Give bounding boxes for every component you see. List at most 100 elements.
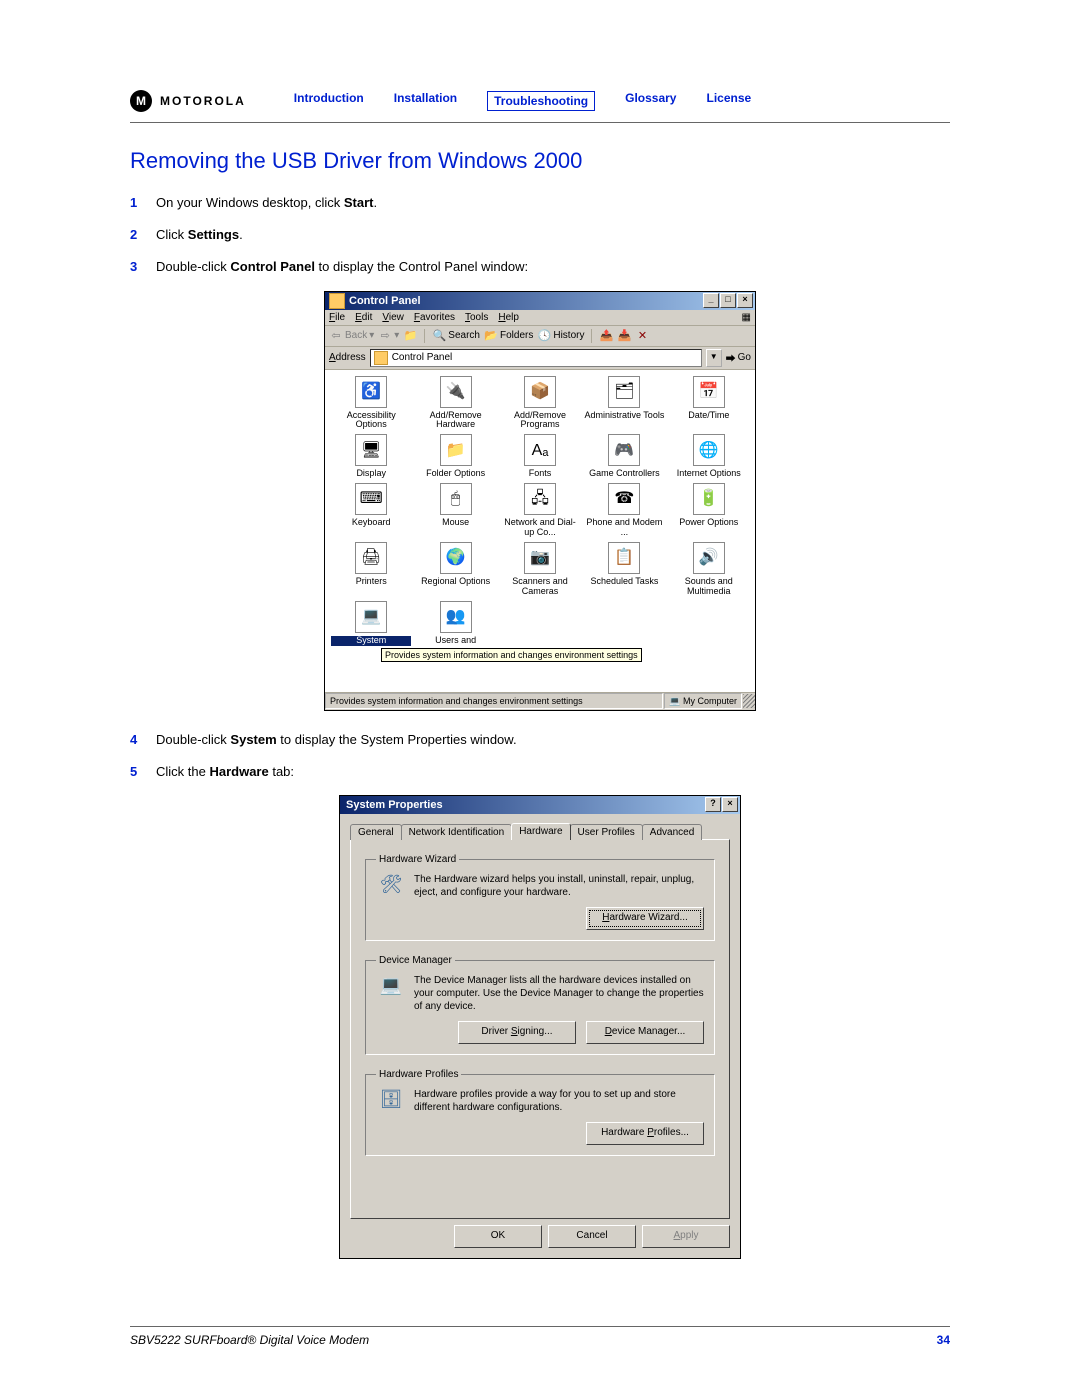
folders-icon: 📂 [484,329,498,343]
cp-item-network-and-dial-up-co[interactable]: 🖧Network and Dial-up Co... [500,483,580,538]
nav-troubleshooting[interactable]: Troubleshooting [487,91,595,111]
menu-edit[interactable]: Edit [355,312,372,323]
cp-item-mouse[interactable]: 🖱Mouse [415,483,495,538]
tab-user-profiles[interactable]: User Profiles [570,824,643,840]
nav-introduction[interactable]: Introduction [294,91,364,111]
move-to-icon[interactable]: 📤 [599,329,613,343]
back-button[interactable]: ⇦Back ▾ [329,329,374,343]
cp-item-sounds-and-multimedia[interactable]: 🔊 Sounds and Multimedia [669,542,749,597]
ok-button[interactable]: OK [454,1225,542,1248]
hw-wizard-legend: Hardware Wizard [376,854,459,865]
address-folder-icon [374,351,388,365]
delete-icon[interactable]: ✕ [635,329,649,343]
close-button[interactable]: × [722,797,738,812]
footer-product: SBV5222 SURFboard® Digital Voice Modem [130,1333,369,1347]
menubar-throbber-icon: ▦ [742,312,751,323]
cp-item-label: Printers [331,577,411,587]
cp-item-icon: 💻 [355,601,387,633]
hw-profiles-text: Hardware profiles provide a way for you … [414,1088,704,1114]
cp-item-label: Sounds and Multimedia [669,577,749,597]
address-label: Address [329,352,366,363]
cp-item-add-remove-hardware[interactable]: 🔌Add/Remove Hardware [415,376,495,431]
cancel-button[interactable]: Cancel [548,1225,636,1248]
cp-item-regional-options[interactable]: 🌍Regional Options [415,542,495,597]
menu-view[interactable]: View [382,312,404,323]
menu-tools[interactable]: Tools [465,312,488,323]
cp-item-keyboard[interactable]: ⌨Keyboard [331,483,411,538]
cp-item-label: Phone and Modem ... [584,518,664,538]
forward-button[interactable]: ⇨ ▾ [378,329,399,343]
cp-item-administrative-tools[interactable]: 🗂Administrative Tools [584,376,664,431]
hardware-wizard-icon: 🛠 [376,873,406,897]
toolbar: ⇦Back ▾ ⇨ ▾ 📁 🔍Search 📂Folders 🕓History … [325,326,755,347]
status-location: 💻 My Computer [664,693,742,709]
nav-glossary[interactable]: Glossary [625,91,676,111]
nav-license[interactable]: License [706,91,751,111]
tab-general[interactable]: General [350,824,402,840]
close-button[interactable]: × [737,293,753,308]
hardware-wizard-group: Hardware Wizard 🛠 The Hardware wizard he… [365,854,715,941]
tabstrip: General Network Identification Hardware … [350,823,730,840]
address-dropdown-button[interactable]: ▼ [706,349,722,367]
driver-signing-button[interactable]: Driver Signing... [458,1021,576,1044]
cp-item-scheduled-tasks[interactable]: 📋Scheduled Tasks [584,542,664,597]
cp-item-label: Game Controllers [584,469,664,479]
cp-item-date-time[interactable]: 📅Date/Time [669,376,749,431]
cp-item-internet-options[interactable]: 🌐Internet Options [669,434,749,479]
resize-grip-icon[interactable] [743,694,755,708]
my-computer-icon: 💻 [669,696,680,707]
minimize-button[interactable]: _ [703,293,719,308]
folders-button[interactable]: 📂Folders [484,329,533,343]
hardware-profiles-button[interactable]: Hardware Profiles... [586,1122,704,1145]
cp-item-users-and[interactable]: 👥Users and [415,601,495,646]
menu-file[interactable]: File [329,312,345,323]
cp-item-phone-and-modem[interactable]: ☎ Phone and Modem ... [584,483,664,538]
cp-item-icon: ♿ [355,376,387,408]
cp-item-game-controllers[interactable]: 🎮 Game Controllers [584,434,664,479]
address-input[interactable]: Control Panel [370,349,702,367]
copy-to-icon[interactable]: 📥 [617,329,631,343]
go-icon: ⮕ [726,350,736,365]
cp-item-icon: 📋 [608,542,640,574]
cp-item-label: Administrative Tools [584,411,664,421]
cp-item-label: System [331,636,411,646]
addressbar: Address Control Panel ▼ ⮕Go [325,347,755,370]
cp-item-label: Keyboard [331,518,411,528]
cp-item-accessibility-options[interactable]: ♿Accessibility Options [331,376,411,431]
nav-installation[interactable]: Installation [394,91,457,111]
step-4: 4 Double-click System to display the Sys… [130,731,950,749]
cp-item-fonts[interactable]: AₐFonts [500,434,580,479]
cp-item-system[interactable]: 💻 System [331,601,411,646]
apply-button[interactable]: Apply [642,1225,730,1248]
sp-window-title: System Properties [346,799,443,811]
maximize-button[interactable]: □ [720,293,736,308]
cp-item-add-remove-programs[interactable]: 📦Add/Remove Programs [500,376,580,431]
search-button[interactable]: 🔍Search [432,329,480,343]
cp-item-folder-options[interactable]: 📁Folder Options [415,434,495,479]
hardware-wizard-button[interactable]: Hardware Wizard... [586,907,704,930]
search-icon: 🔍 [432,329,446,343]
up-button[interactable]: 📁 [403,329,417,343]
device-manager-button[interactable]: Device Manager... [586,1021,704,1044]
tab-hardware[interactable]: Hardware [511,823,570,840]
cp-item-label: Add/Remove Hardware [415,411,495,431]
cp-item-icon: 🔊 [693,542,725,574]
hardware-tab-panel: Hardware Wizard 🛠 The Hardware wizard he… [350,839,730,1219]
menu-favorites[interactable]: Favorites [414,312,455,323]
help-button[interactable]: ? [705,797,721,812]
cp-item-scanners-and-cameras[interactable]: 📷Scanners and Cameras [500,542,580,597]
cp-item-printers[interactable]: 🖨Printers [331,542,411,597]
menu-help[interactable]: Help [498,312,519,323]
dev-mgr-legend: Device Manager [376,955,455,966]
tab-advanced[interactable]: Advanced [642,824,702,840]
cp-item-power-options[interactable]: 🔋Power Options [669,483,749,538]
back-arrow-icon: ⇦ [329,329,343,343]
cp-item-icon: 📦 [524,376,556,408]
cp-item-icon: 🎮 [608,434,640,466]
cp-item-icon: ☎ [608,483,640,515]
tab-network-identification[interactable]: Network Identification [401,824,513,840]
step-5: 5 Click the Hardware tab: [130,763,950,781]
cp-item-display[interactable]: 🖥Display [331,434,411,479]
history-button[interactable]: 🕓History [537,329,584,343]
go-button[interactable]: ⮕Go [726,350,751,365]
